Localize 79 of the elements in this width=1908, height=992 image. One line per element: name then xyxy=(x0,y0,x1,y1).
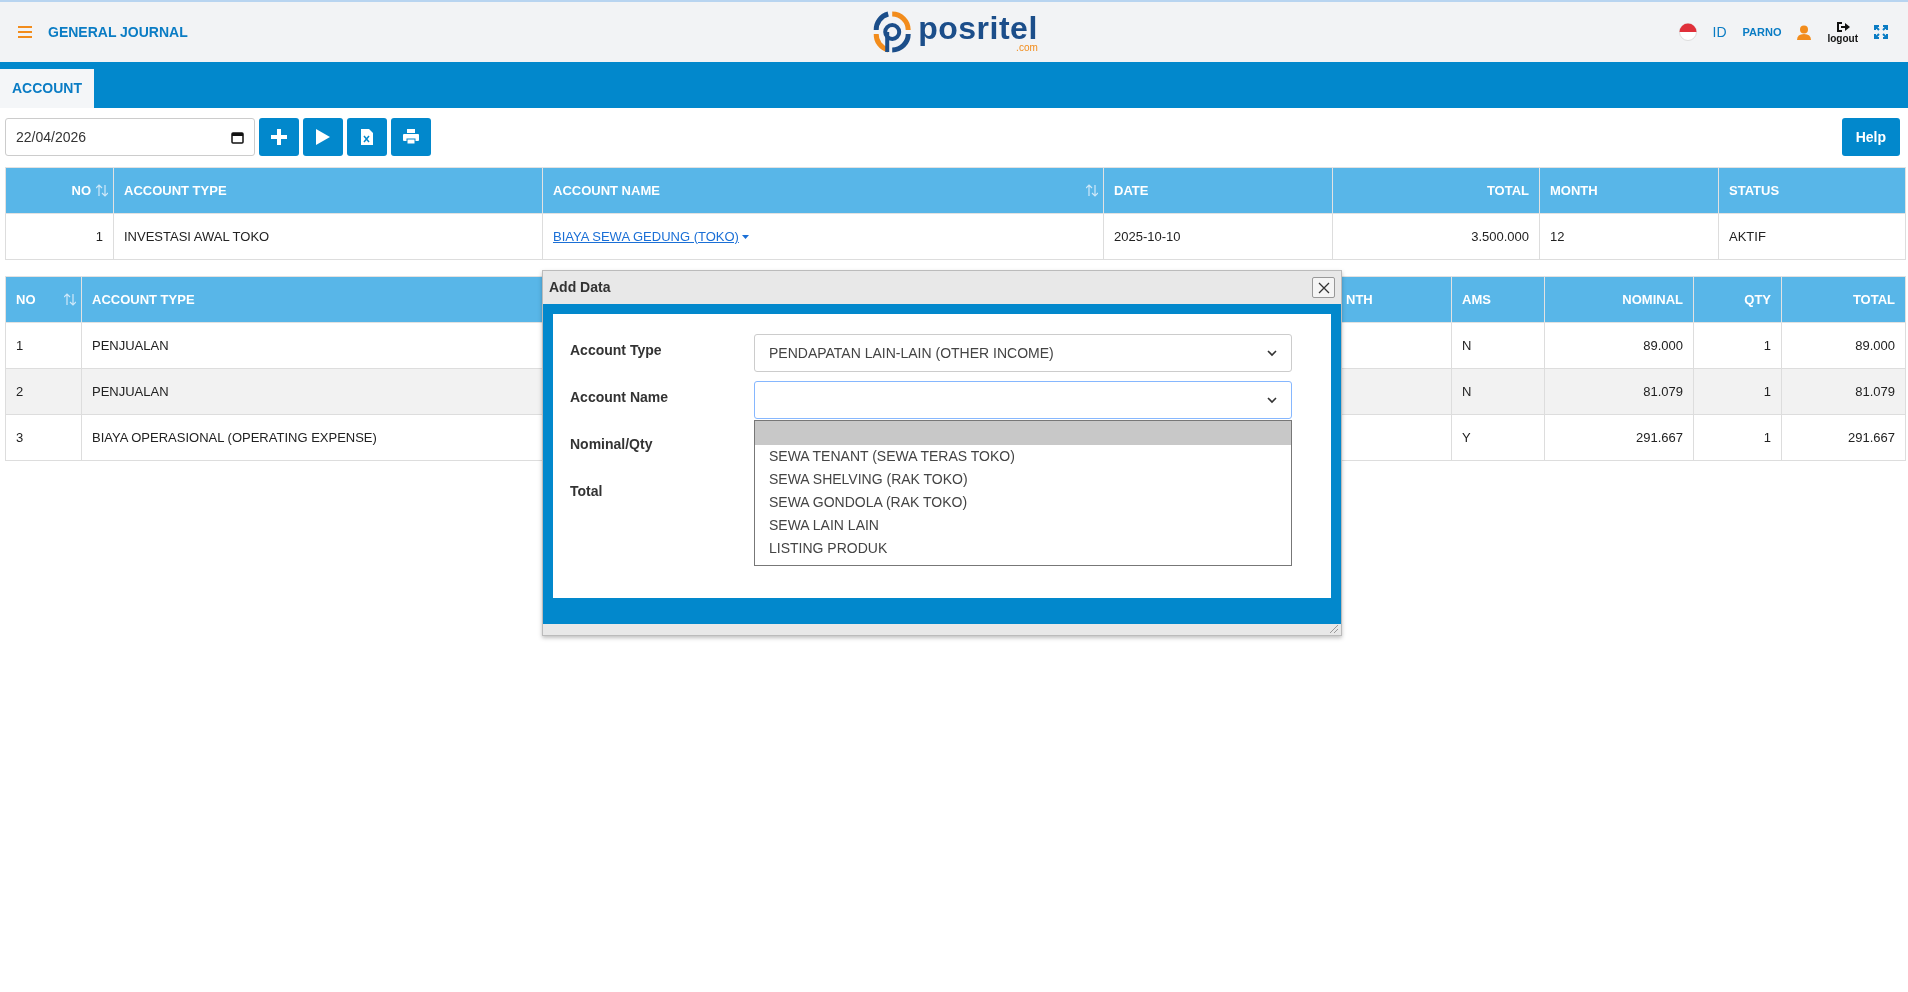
close-button[interactable] xyxy=(1312,277,1335,298)
column-header[interactable]: MONTH xyxy=(1550,182,1598,198)
logo-text: posritel xyxy=(918,11,1038,44)
table-cell: Y xyxy=(1462,429,1471,445)
user-icon[interactable] xyxy=(1797,24,1812,40)
column-header[interactable]: ACCOUNT TYPE xyxy=(92,291,195,307)
table-cell: PENJUALAN xyxy=(92,337,169,353)
tab[interactable]: ACCOUNT xyxy=(0,69,94,108)
column-header[interactable]: AMS xyxy=(1462,291,1491,307)
logo-suffix: .com xyxy=(1016,42,1038,53)
table-cell: 89.000 xyxy=(1855,337,1895,353)
table-cell: PENJUALAN xyxy=(92,383,169,399)
field-label: Account Type xyxy=(570,341,663,360)
language-code[interactable]: ID xyxy=(1712,21,1727,43)
run-button[interactable] xyxy=(303,118,343,156)
column-header[interactable]: TOTAL xyxy=(1486,182,1529,198)
column-header[interactable]: ACCOUNT TYPE xyxy=(124,182,227,198)
table-cell: 291.667 xyxy=(1848,429,1895,445)
column-header[interactable]: ACCOUNT NAME xyxy=(553,182,660,198)
table-cell: N xyxy=(1462,337,1472,353)
dropdown-option[interactable]: SEWA GONDOLA (RAK TOKO) xyxy=(755,491,1291,514)
table-cell: 1 xyxy=(1763,383,1771,399)
table-cell: 1 xyxy=(1763,429,1771,445)
table-cell: 2025-10-10 xyxy=(1114,228,1181,244)
table-cell: N xyxy=(1462,383,1472,399)
table-cell: 2 xyxy=(16,383,24,399)
add-button[interactable] xyxy=(259,118,299,156)
logout-icon xyxy=(1835,20,1850,34)
table-cell: 1 xyxy=(1763,337,1771,353)
select-field[interactable]: PENDAPATAN LAIN-LAIN (OTHER INCOME) xyxy=(754,334,1292,372)
dropdown-option[interactable]: LISTING PRODUK xyxy=(755,537,1291,560)
table-cell: AKTIF xyxy=(1729,228,1766,244)
table-cell: 89.000 xyxy=(1643,337,1683,353)
resize-grip-icon[interactable] xyxy=(1329,624,1339,634)
column-header[interactable]: TOTAL xyxy=(1852,291,1895,307)
table-cell: 12 xyxy=(1550,228,1565,244)
table-cell: 3 xyxy=(16,429,24,445)
column-header[interactable]: NO xyxy=(71,182,91,198)
fullscreen-icon[interactable] xyxy=(1874,25,1888,39)
table-cell: BIAYA OPERASIONAL (OPERATING EXPENSE) xyxy=(92,429,377,445)
table-cell: 1 xyxy=(16,337,24,353)
column-header[interactable]: NO xyxy=(16,291,36,307)
chevron-icon xyxy=(1267,349,1277,357)
menu-icon[interactable] xyxy=(18,25,32,39)
spreadsheet-icon xyxy=(360,129,374,145)
dropdown-option[interactable]: SEWA SHELVING (RAK TOKO) xyxy=(755,468,1291,491)
field-label: Nominal/Qty xyxy=(570,435,654,454)
dropdown-option[interactable]: SEWA TENANT (SEWA TERAS TOKO) xyxy=(755,445,1291,468)
table-cell: 81.079 xyxy=(1855,383,1895,399)
plus-icon xyxy=(271,129,287,145)
dropdown-option[interactable]: SEWA LAIN LAIN xyxy=(755,514,1291,537)
play-icon xyxy=(315,129,331,145)
column-header[interactable]: NOMINAL xyxy=(1622,291,1683,307)
table-cell: 81.079 xyxy=(1643,383,1683,399)
date-field[interactable]: 22/04/2026 xyxy=(5,118,255,156)
table-cell: INVESTASI AWAL TOKO xyxy=(124,228,270,244)
page-title: GENERAL JOURNAL xyxy=(48,22,188,42)
table-cell: 3.500.000 xyxy=(1471,228,1529,244)
help-button[interactable]: Help xyxy=(1841,118,1900,156)
caret-icon[interactable] xyxy=(741,235,749,240)
column-header[interactable]: DATE xyxy=(1114,182,1149,198)
table-cell: 1 xyxy=(95,228,103,244)
logout-link[interactable]: logout xyxy=(1827,20,1858,44)
flag-icon[interactable] xyxy=(1678,23,1697,41)
field-label: Total xyxy=(570,482,604,501)
column-header[interactable]: QTY xyxy=(1744,291,1771,307)
excel-button[interactable] xyxy=(347,118,387,156)
field-label: Account Name xyxy=(570,388,670,407)
printer-icon xyxy=(403,129,419,145)
table-cell: 291.667 xyxy=(1636,429,1683,445)
print-button[interactable] xyxy=(391,118,431,156)
close-icon xyxy=(1317,281,1330,294)
user-name: PARNO xyxy=(1742,24,1782,40)
calendar-icon[interactable] xyxy=(231,130,244,144)
column-header[interactable]: NTH xyxy=(1346,291,1373,307)
chevron-icon xyxy=(1267,396,1277,404)
column-header[interactable]: STATUS xyxy=(1729,182,1780,198)
account-link[interactable]: BIAYA SEWA GEDUNG (TOKO) xyxy=(553,228,739,244)
dialog-title: Add Data xyxy=(549,278,611,297)
